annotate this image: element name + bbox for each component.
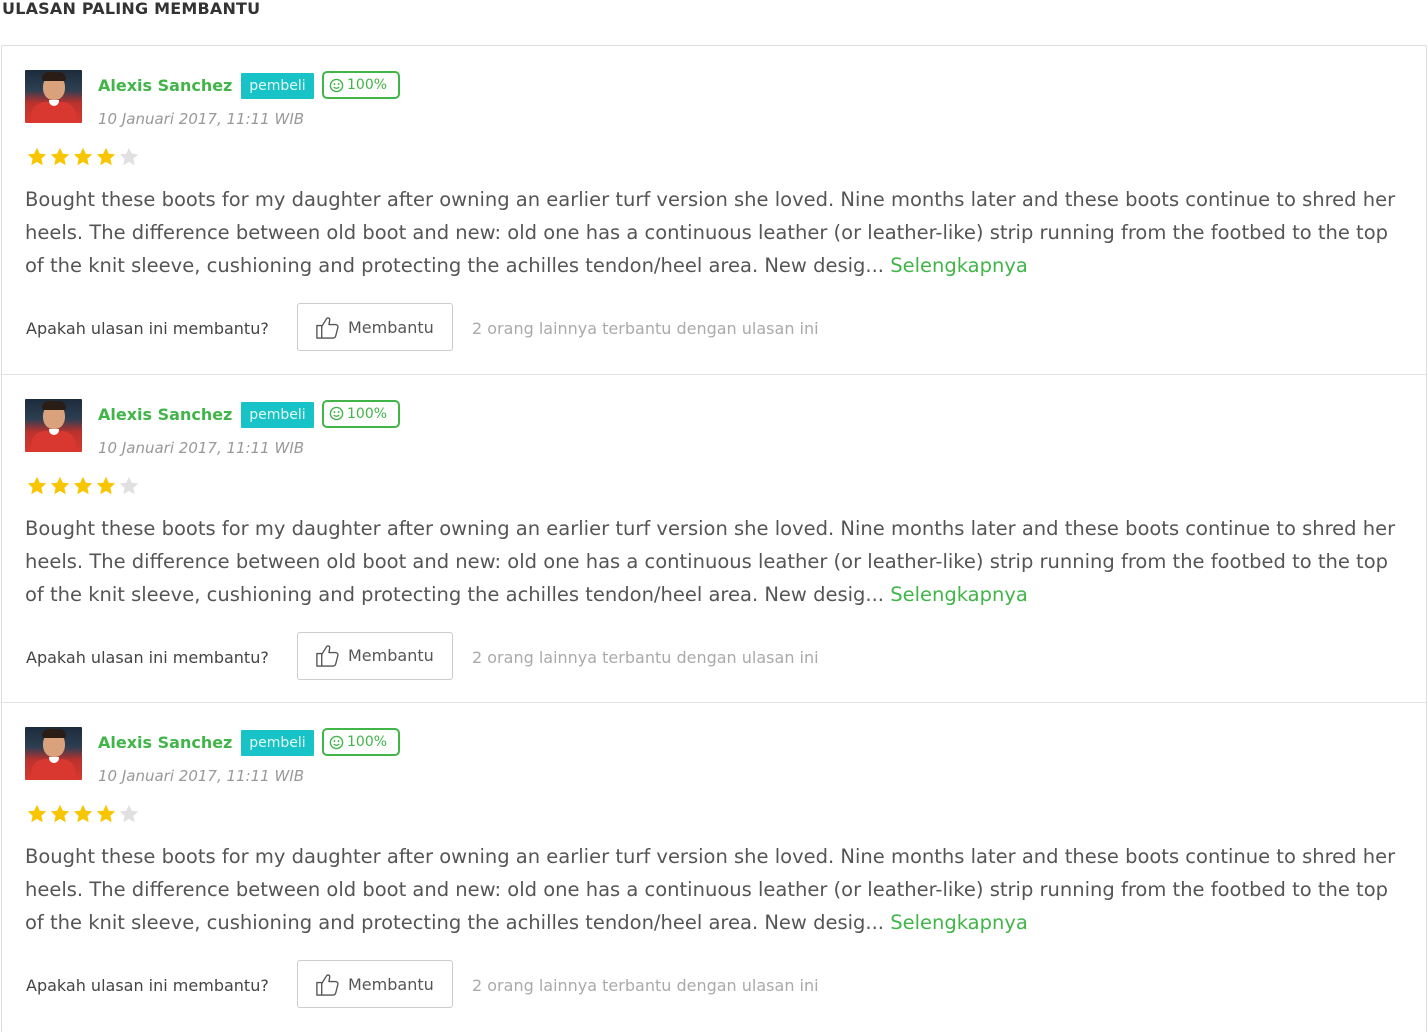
helpful-question: Apakah ulasan ini membantu? [26, 976, 269, 996]
helpful-count: 2 orang lainnya terbantu dengan ulasan i… [472, 976, 819, 996]
star-filled-icon [27, 147, 47, 166]
review-item: Alexis Sanchez pembeli 100% 10 Januari 2… [2, 46, 1426, 375]
reputation-badge[interactable]: 100% [322, 71, 400, 99]
star-empty-icon [119, 476, 139, 494]
reputation-value: 100% [347, 405, 388, 422]
read-more-link[interactable]: Selengkapnya [890, 911, 1028, 934]
star-rating [26, 475, 140, 497]
helpful-button-label: Membantu [348, 317, 434, 337]
read-more-link[interactable]: Selengkapnya [890, 254, 1028, 277]
section-title: ULASAN PALING MEMBANTU [2, 0, 261, 18]
review-text: Bought these boots for my daughter after… [25, 840, 1410, 939]
star-filled-icon [96, 805, 116, 823]
reputation-value: 100% [347, 734, 388, 751]
smiley-icon [329, 735, 344, 750]
review-body: Bought these boots for my daughter after… [25, 845, 1396, 935]
review-item: Alexis Sanchez pembeli 100% 10 Januari 2… [2, 703, 1426, 1032]
thumbs-up-icon [316, 316, 339, 339]
reputation-badge[interactable]: 100% [322, 728, 400, 757]
star-filled-icon [50, 805, 70, 823]
star-rating [26, 803, 140, 825]
helpful-button-label: Membantu [348, 646, 434, 666]
read-more-link[interactable]: Selengkapnya [890, 583, 1028, 606]
review-date: 10 Januari 2017, 11:11 WIB [98, 767, 305, 786]
thumbs-up-icon [316, 645, 339, 667]
review-text: Bought these boots for my daughter after… [25, 183, 1410, 282]
review-text: Bought these boots for my daughter after… [25, 512, 1410, 611]
buyer-badge: pembeli [241, 73, 314, 99]
reviewer-name[interactable]: Alexis Sanchez [98, 75, 232, 97]
smiley-icon [329, 78, 344, 92]
star-filled-icon [96, 476, 116, 494]
thumbs-up-icon [316, 974, 339, 996]
helpful-count: 2 orang lainnya terbantu dengan ulasan i… [472, 647, 819, 667]
helpful-button[interactable]: Membantu [297, 303, 453, 351]
buyer-badge: pembeli [241, 401, 314, 428]
helpful-question: Apakah ulasan ini membantu? [26, 319, 269, 338]
helpful-button[interactable]: Membantu [297, 631, 453, 680]
review-item: Alexis Sanchez pembeli 100% 10 Januari 2… [2, 375, 1426, 704]
avatar[interactable] [25, 398, 82, 452]
star-filled-icon [73, 805, 93, 823]
helpful-button-label: Membantu [348, 974, 434, 994]
reputation-badge[interactable]: 100% [322, 399, 400, 428]
review-list: Alexis Sanchez pembeli 100% 10 Januari 2… [1, 45, 1427, 1032]
helpful-count: 2 orang lainnya terbantu dengan ulasan i… [472, 319, 819, 338]
reputation-value: 100% [347, 77, 388, 93]
review-date: 10 Januari 2017, 11:11 WIB [98, 438, 305, 457]
star-filled-icon [50, 147, 70, 166]
star-filled-icon [50, 476, 70, 494]
star-filled-icon [27, 805, 47, 823]
star-filled-icon [73, 476, 93, 494]
star-filled-icon [73, 147, 93, 166]
review-body: Bought these boots for my daughter after… [25, 188, 1396, 277]
helpful-question: Apakah ulasan ini membantu? [26, 647, 269, 667]
star-filled-icon [96, 147, 116, 166]
reviewer-name[interactable]: Alexis Sanchez [98, 404, 232, 426]
avatar[interactable] [25, 727, 82, 781]
star-rating [26, 146, 140, 168]
helpful-button[interactable]: Membantu [297, 960, 453, 1009]
buyer-badge: pembeli [241, 730, 314, 757]
avatar[interactable] [25, 70, 82, 123]
star-empty-icon [119, 147, 139, 166]
star-empty-icon [119, 805, 139, 823]
reviewer-name[interactable]: Alexis Sanchez [98, 732, 232, 754]
smiley-icon [329, 406, 344, 421]
review-body: Bought these boots for my daughter after… [25, 516, 1396, 606]
star-filled-icon [27, 476, 47, 494]
review-date: 10 Januari 2017, 11:11 WIB [98, 110, 305, 128]
